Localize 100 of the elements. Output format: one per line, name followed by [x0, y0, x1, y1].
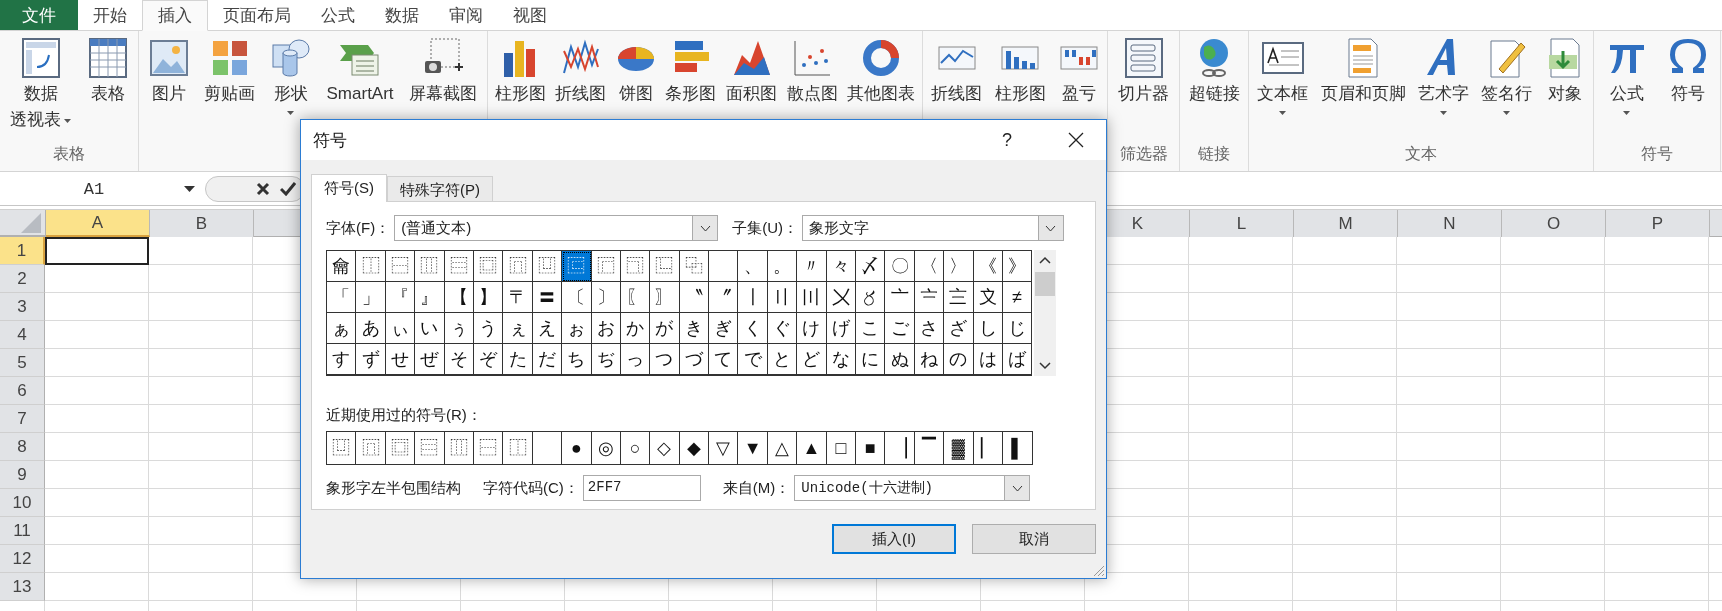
symbol-cell[interactable]: て: [709, 344, 739, 375]
symbol-cell[interactable]: に: [856, 344, 886, 375]
symbol-cell[interactable]: ⿳: [444, 251, 474, 282]
symbol-cell[interactable]: が: [650, 313, 680, 344]
symbol-cell[interactable]: つ: [650, 344, 680, 375]
ribbon-button[interactable]: 艺术字: [1417, 35, 1469, 144]
symbol-cell[interactable]: 「: [327, 282, 357, 313]
symbol-cell[interactable]: 〖: [620, 282, 651, 313]
row-header[interactable]: 1: [0, 237, 45, 265]
symbol-cell[interactable]: 〉: [944, 251, 974, 282]
symbol-cell[interactable]: ね: [914, 344, 945, 375]
ribbon-button[interactable]: 表格: [87, 35, 128, 144]
from-dropdown[interactable]: Unicode(十六进制): [794, 475, 1031, 501]
ribbon-button[interactable]: 切片器: [1118, 35, 1169, 144]
recent-symbol-cell[interactable]: ▼: [738, 432, 768, 464]
symbol-cell[interactable]: ⿕: [327, 251, 357, 282]
symbol-cell[interactable]: ≠: [1003, 282, 1033, 313]
check-icon[interactable]: [280, 182, 296, 196]
symbol-cell[interactable]: 〢: [767, 282, 798, 313]
symbol-cell[interactable]: う: [473, 313, 504, 344]
symbol-cell[interactable]: 〥: [856, 282, 886, 313]
ribbon-button[interactable]: 折线图: [931, 35, 983, 171]
symbol-cell[interactable]: せ: [385, 344, 416, 375]
row-header[interactable]: 11: [0, 517, 45, 545]
ribbon-button[interactable]: 柱形图: [494, 35, 546, 171]
symbol-cell[interactable]: 〣: [797, 282, 827, 313]
symbol-cell[interactable]: ば: [1003, 344, 1033, 375]
recent-symbol-cell[interactable]: ⿳: [415, 432, 445, 464]
symbol-cell[interactable]: [709, 251, 739, 282]
symbol-cell[interactable]: 〦: [885, 282, 915, 313]
symbol-cell[interactable]: 〒: [503, 282, 533, 313]
font-dropdown[interactable]: (普通文本): [394, 215, 719, 241]
row-header[interactable]: 10: [0, 489, 45, 517]
column-header[interactable]: M: [1294, 210, 1398, 237]
symbol-cell[interactable]: 〃: [797, 251, 827, 282]
recent-symbol-cell[interactable]: ■: [856, 432, 886, 464]
symbol-cell[interactable]: ぎ: [709, 313, 739, 344]
symbol-cell[interactable]: ⿹: [620, 251, 651, 282]
recent-symbol-cell[interactable]: ●: [562, 432, 592, 464]
row-header[interactable]: 13: [0, 573, 45, 601]
symbol-cell[interactable]: 《: [973, 251, 1003, 282]
recent-symbol-cell[interactable]: ⿱: [473, 432, 504, 464]
symbol-cell[interactable]: ご: [885, 313, 915, 344]
symbol-cell[interactable]: 々: [826, 251, 857, 282]
row-header[interactable]: 7: [0, 405, 45, 433]
recent-symbol-cell[interactable]: ⿲: [444, 432, 474, 464]
row-header[interactable]: 9: [0, 461, 45, 489]
ribbon-tab[interactable]: 文件: [0, 0, 78, 30]
recent-symbol-cell[interactable]: ▲: [797, 432, 827, 464]
symbol-cell[interactable]: 【: [444, 282, 474, 313]
recent-symbol-cell[interactable]: ▓: [944, 432, 974, 464]
symbol-cell[interactable]: ⿸: [591, 251, 621, 282]
symbol-cell[interactable]: 〞: [709, 282, 739, 313]
row-header[interactable]: 6: [0, 377, 45, 405]
recent-symbol-cell[interactable]: ○: [620, 432, 651, 464]
recent-symbol-cell[interactable]: ⿴: [385, 432, 416, 464]
row-header[interactable]: 8: [0, 433, 45, 461]
symbol-cell[interactable]: ぉ: [562, 313, 592, 344]
row-header[interactable]: 12: [0, 545, 45, 573]
symbol-cell[interactable]: 〆: [856, 251, 886, 282]
ribbon-button[interactable]: 盈亏: [1058, 35, 1099, 171]
symbol-cell[interactable]: 〗: [650, 282, 680, 313]
ribbon-tab[interactable]: 开始: [78, 0, 142, 30]
symbol-cell[interactable]: ぢ: [591, 344, 621, 375]
scroll-down-icon[interactable]: [1039, 362, 1052, 370]
recent-symbol-cell[interactable]: ◇: [650, 432, 680, 464]
recent-symbol-cell[interactable]: ▕: [885, 432, 915, 464]
symbol-cell[interactable]: で: [738, 344, 768, 375]
ribbon-button[interactable]: 其他图表: [847, 35, 916, 171]
symbol-cell[interactable]: ⿺: [650, 251, 680, 282]
scroll-up-icon[interactable]: [1039, 256, 1052, 264]
symbol-cell[interactable]: ぜ: [415, 344, 445, 375]
insert-button[interactable]: 插入(I): [832, 524, 956, 554]
symbol-cell[interactable]: あ: [356, 313, 386, 344]
recent-symbol-cell[interactable]: ◎: [591, 432, 621, 464]
char-code-field[interactable]: 2FF7: [582, 475, 701, 501]
symbol-cell[interactable]: だ: [532, 344, 563, 375]
ribbon-button[interactable]: 图片: [148, 35, 189, 171]
symbol-cell[interactable]: ぬ: [885, 344, 915, 375]
symbol-cell[interactable]: 〇: [885, 251, 915, 282]
symbol-cell[interactable]: 〤: [826, 282, 857, 313]
cancel-button[interactable]: 取消: [972, 524, 1096, 554]
symbol-cell[interactable]: こ: [856, 313, 886, 344]
symbol-cell[interactable]: ⿵: [503, 251, 533, 282]
symbol-cell[interactable]: さ: [914, 313, 945, 344]
symbol-cell[interactable]: ⿴: [473, 251, 504, 282]
column-header[interactable]: B: [150, 210, 254, 237]
symbol-cell[interactable]: 〩: [973, 282, 1003, 313]
ribbon-tab[interactable]: 页面布局: [208, 0, 306, 30]
ribbon-button[interactable]: 饼图: [615, 35, 656, 171]
ribbon-button[interactable]: 屏幕截图: [409, 35, 478, 171]
symbol-cell[interactable]: く: [738, 313, 768, 344]
recent-symbol-cell[interactable]: △: [767, 432, 798, 464]
ribbon-button[interactable]: 折线图: [555, 35, 607, 171]
symbol-cell[interactable]: な: [826, 344, 857, 375]
ribbon-tab[interactable]: 视图: [498, 0, 562, 30]
ribbon-button[interactable]: 公式: [1606, 35, 1647, 144]
symbol-cell[interactable]: 。: [767, 251, 798, 282]
symbol-cell[interactable]: づ: [679, 344, 710, 375]
symbol-cell[interactable]: た: [503, 344, 533, 375]
